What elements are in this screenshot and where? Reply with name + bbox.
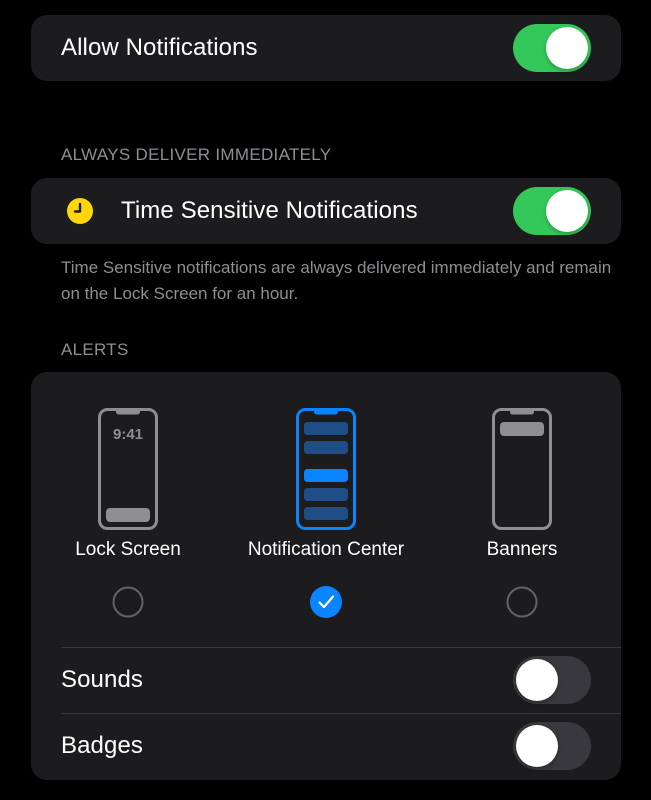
banners-radio[interactable]	[506, 586, 538, 618]
always-deliver-header: ALWAYS DELIVER IMMEDIATELY	[61, 145, 332, 164]
alert-option-notification-center[interactable]: Notification Center	[226, 372, 426, 647]
sounds-row: Sounds	[31, 647, 621, 713]
badges-row: Badges	[31, 713, 621, 779]
toggle-knob	[546, 27, 588, 69]
lock-screen-label: Lock Screen	[75, 539, 181, 560]
allow-notifications-card: Allow Notifications	[31, 15, 621, 81]
alert-style-picker: 9:41 Lock Screen Notification Center Ban…	[31, 372, 621, 647]
banners-phone-icon	[492, 408, 552, 530]
allow-notifications-row: Allow Notifications	[31, 15, 621, 81]
badges-label: Badges	[61, 732, 143, 759]
time-sensitive-toggle[interactable]	[513, 187, 591, 235]
clock-icon	[67, 198, 93, 224]
badges-toggle[interactable]	[513, 722, 591, 770]
notification-settings-page: Allow Notifications ALWAYS DELIVER IMMED…	[0, 0, 651, 800]
notification-center-label: Notification Center	[247, 539, 405, 560]
alerts-header: ALERTS	[61, 340, 129, 359]
time-sensitive-label: Time Sensitive Notifications	[121, 197, 418, 224]
alert-option-lock-screen[interactable]: 9:41 Lock Screen	[31, 372, 228, 647]
toggle-knob	[546, 190, 588, 232]
lock-screen-radio[interactable]	[112, 586, 144, 618]
lock-screen-time: 9:41	[112, 426, 144, 443]
sounds-toggle[interactable]	[513, 656, 591, 704]
alert-option-banners[interactable]: Banners	[422, 372, 621, 647]
toggle-knob	[516, 659, 558, 701]
time-sensitive-footnote: Time Sensitive notifications are always …	[61, 258, 612, 303]
notification-center-radio-checked[interactable]	[310, 586, 342, 618]
time-sensitive-card: Time Sensitive Notifications	[31, 178, 621, 244]
banners-label: Banners	[486, 539, 558, 560]
notification-center-phone-icon	[296, 408, 356, 530]
toggle-knob	[516, 725, 558, 767]
allow-notifications-toggle[interactable]	[513, 24, 591, 72]
alerts-card: 9:41 Lock Screen Notification Center Ban…	[31, 372, 621, 780]
sounds-label: Sounds	[61, 666, 143, 693]
allow-notifications-label: Allow Notifications	[61, 34, 258, 61]
time-sensitive-row: Time Sensitive Notifications	[31, 178, 621, 244]
